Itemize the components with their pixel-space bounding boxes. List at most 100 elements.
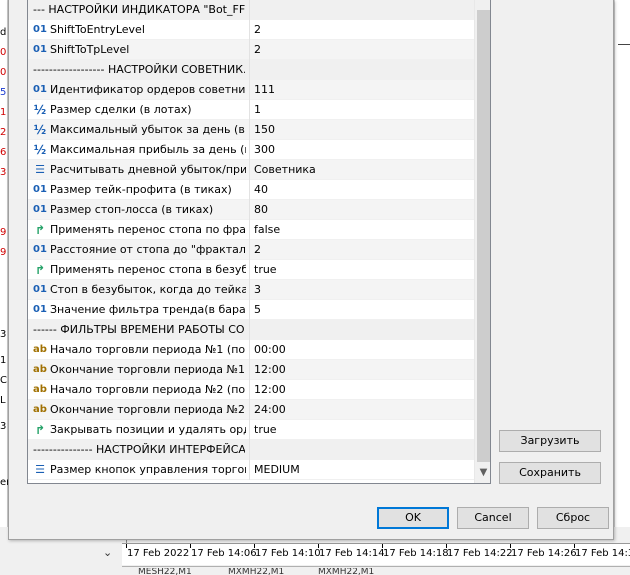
reset-button[interactable]: Сброс bbox=[537, 507, 609, 529]
bool-type-icon: ↱ bbox=[34, 423, 46, 437]
time-axis-label: 17 Feb 14:14 bbox=[319, 548, 385, 559]
param-row[interactable]: ½Максимальная прибыль за день (в е... 300 bbox=[28, 140, 474, 160]
param-row[interactable]: abОкончание торговли периода №2 (ор... 24… bbox=[28, 400, 474, 420]
param-value-cell[interactable]: 1 bbox=[250, 100, 474, 120]
param-section-header[interactable]: --- НАСТРОЙКИ ИНДИКАТОРА "Bot_FF_... bbox=[28, 0, 474, 20]
param-value-cell[interactable]: 00:00 bbox=[250, 340, 474, 360]
param-value-cell[interactable]: MEDIUM bbox=[250, 460, 474, 480]
enum-type-icon: ☰ bbox=[35, 463, 45, 476]
param-name: Начало торговли периода №2 (по в... bbox=[50, 383, 246, 396]
param-value-cell bbox=[250, 320, 474, 340]
param-row[interactable]: ↱ Закрывать позиции и удалять орде... true bbox=[28, 420, 474, 440]
save-button[interactable]: Сохранить bbox=[499, 462, 601, 484]
bool-type-icon: ↱ bbox=[34, 263, 46, 277]
background-marker: 3 bbox=[0, 421, 7, 432]
integer-type-icon: 01 bbox=[33, 304, 47, 315]
param-row[interactable]: ab Начало торговли периода №2 (по в... 12:… bbox=[28, 380, 474, 400]
param-row[interactable]: 01 ShiftToTpLevel 2 bbox=[28, 40, 474, 60]
param-row[interactable]: ab Окончание торговли периода №1 (... 12:0… bbox=[28, 360, 474, 380]
param-name: ------ ФИЛЬТРЫ ВРЕМЕНИ РАБОТЫ СОВ... bbox=[33, 323, 245, 336]
param-row[interactable]: ↱ Применять перенос стопа в безубы... true bbox=[28, 260, 474, 280]
chart-tab[interactable]: MXMH22,M1 bbox=[228, 568, 284, 575]
param-row[interactable]: 01 ShiftToEntryLevel 2 bbox=[28, 20, 474, 40]
param-section-header[interactable]: ------------------ НАСТРОЙКИ СОВЕТНИК... bbox=[28, 60, 474, 80]
param-row[interactable]: 01Расстояние от стопа до "фрактальн... 2 bbox=[28, 240, 474, 260]
param-value-cell[interactable]: 40 bbox=[250, 180, 474, 200]
chart-tab[interactable]: MXMH22,M1 bbox=[318, 568, 374, 575]
time-axis-label: 17 Feb 14:10 bbox=[255, 548, 321, 559]
load-button[interactable]: Загрузить bbox=[499, 430, 601, 452]
param-value: 5 bbox=[254, 303, 261, 316]
param-value bbox=[254, 443, 470, 457]
param-name-cell: ↱ Закрывать позиции и удалять орде... bbox=[28, 420, 250, 440]
chevron-down-icon[interactable]: ⌄ bbox=[103, 546, 112, 559]
param-row[interactable]: ☰ Расчитывать дневной убыток/приб... Совет… bbox=[28, 160, 474, 180]
param-row[interactable]: ☰ Размер кнопок управления торговл... MEDI… bbox=[28, 460, 474, 480]
param-row[interactable]: 01 Размер тейк-профита (в тиках) 40 bbox=[28, 180, 474, 200]
cancel-button[interactable]: Cancel bbox=[457, 507, 529, 529]
string-type-icon: ab bbox=[33, 344, 47, 355]
param-name-cell: ½Максимальная прибыль за день (в е... bbox=[28, 140, 250, 160]
param-value-cell[interactable]: 150 bbox=[250, 120, 474, 140]
time-axis-label: 17 Feb 14:18 bbox=[383, 548, 449, 559]
param-value-cell[interactable]: 12:00 bbox=[250, 380, 474, 400]
ok-button[interactable]: OK bbox=[377, 507, 449, 529]
param-row[interactable]: 01Идентификатор ордеров советника... 111 bbox=[28, 80, 474, 100]
param-name: Применять перенос стопа в безубы... bbox=[50, 263, 246, 276]
param-value-cell[interactable]: false bbox=[250, 220, 474, 240]
param-section-header[interactable]: --------------- НАСТРОЙКИ ИНТЕРФЕЙСА... bbox=[28, 440, 474, 460]
param-name-cell: ½ Максимальный убыток за день (в е... bbox=[28, 120, 250, 140]
scrollbar-thumb[interactable] bbox=[477, 10, 490, 462]
param-value-cell[interactable]: true bbox=[250, 420, 474, 440]
param-value-cell[interactable]: 300 bbox=[250, 140, 474, 160]
param-row[interactable]: 01 Стоп в безубыток, когда до тейка ... 3 bbox=[28, 280, 474, 300]
param-name: Окончание торговли периода №1 (... bbox=[50, 363, 246, 376]
double-type-icon: ½ bbox=[33, 103, 47, 117]
param-row[interactable]: ½ Максимальный убыток за день (в е... 150 bbox=[28, 120, 474, 140]
param-row[interactable]: ab Начало торговли периода №1 (по в... 00:… bbox=[28, 340, 474, 360]
double-type-icon: ½ bbox=[33, 123, 47, 137]
integer-type-icon: 01 bbox=[33, 244, 47, 255]
param-row[interactable]: ½ Размер сделки (в лотах) 1 bbox=[28, 100, 474, 120]
param-row[interactable]: 01 Значение фильтра тренда(в барах) 5 bbox=[28, 300, 474, 320]
param-name: Размер сделки (в лотах) bbox=[50, 103, 192, 116]
param-value-cell[interactable]: 111 bbox=[250, 80, 474, 100]
param-name-cell: 01Идентификатор ордеров советника... bbox=[28, 80, 250, 100]
param-name: Стоп в безубыток, когда до тейка ... bbox=[50, 283, 246, 296]
param-name-cell: 01 ShiftToEntryLevel bbox=[28, 20, 250, 40]
param-value-cell[interactable]: 2 bbox=[250, 20, 474, 40]
param-value-cell[interactable]: 3 bbox=[250, 280, 474, 300]
param-name: Расчитывать дневной убыток/приб... bbox=[50, 163, 246, 176]
param-value-cell[interactable]: 24:00 bbox=[250, 400, 474, 420]
param-value-cell[interactable]: 5 bbox=[250, 300, 474, 320]
param-value-cell[interactable]: true bbox=[250, 260, 474, 280]
integer-type-icon: 01 bbox=[33, 24, 47, 35]
background-marker: 3 bbox=[0, 329, 7, 340]
integer-type-icon: 01 bbox=[33, 44, 47, 55]
chart-tabs[interactable]: MESH22,M1 MXMH22,M1 MXMH22,M1 bbox=[122, 566, 630, 575]
chart-tab[interactable]: MESH22,M1 bbox=[138, 568, 192, 575]
param-value-cell[interactable]: 2 bbox=[250, 240, 474, 260]
chart-time-axis: 17 Feb 2022 17 Feb 14:06 17 Feb 14:10 17 Fe… bbox=[122, 543, 630, 565]
param-row[interactable]: 01 Размер стоп-лосса (в тиках) 80 bbox=[28, 200, 474, 220]
param-value-cell[interactable]: 12:00 bbox=[250, 360, 474, 380]
param-name: Максимальный убыток за день (в е... bbox=[50, 123, 246, 136]
integer-type-icon: 01 bbox=[33, 184, 47, 195]
param-name: Размер кнопок управления торговл... bbox=[50, 463, 246, 476]
param-name: Максимальная прибыль за день (в е... bbox=[50, 143, 246, 156]
param-value-cell[interactable]: 80 bbox=[250, 200, 474, 220]
background-marker: 1 bbox=[0, 355, 7, 366]
param-value: 150 bbox=[254, 123, 275, 136]
integer-type-icon: 01 bbox=[33, 204, 47, 215]
param-value: 111 bbox=[254, 83, 275, 96]
vertical-scrollbar[interactable]: ▼ bbox=[474, 0, 490, 483]
param-value-cell[interactable]: Советника bbox=[250, 160, 474, 180]
param-section-header[interactable]: ------ ФИЛЬТРЫ ВРЕМЕНИ РАБОТЫ СОВ... bbox=[28, 320, 474, 340]
param-name: ShiftToTpLevel bbox=[50, 43, 130, 56]
param-value: 80 bbox=[254, 203, 268, 216]
integer-type-icon: 01 bbox=[33, 284, 47, 295]
param-value-cell[interactable]: 2 bbox=[250, 40, 474, 60]
param-row[interactable]: ↱ Применять перенос стопа по фракт... fals… bbox=[28, 220, 474, 240]
scroll-down-arrow-icon[interactable]: ▼ bbox=[475, 464, 490, 481]
param-name: Расстояние от стопа до "фрактальн... bbox=[50, 243, 246, 256]
